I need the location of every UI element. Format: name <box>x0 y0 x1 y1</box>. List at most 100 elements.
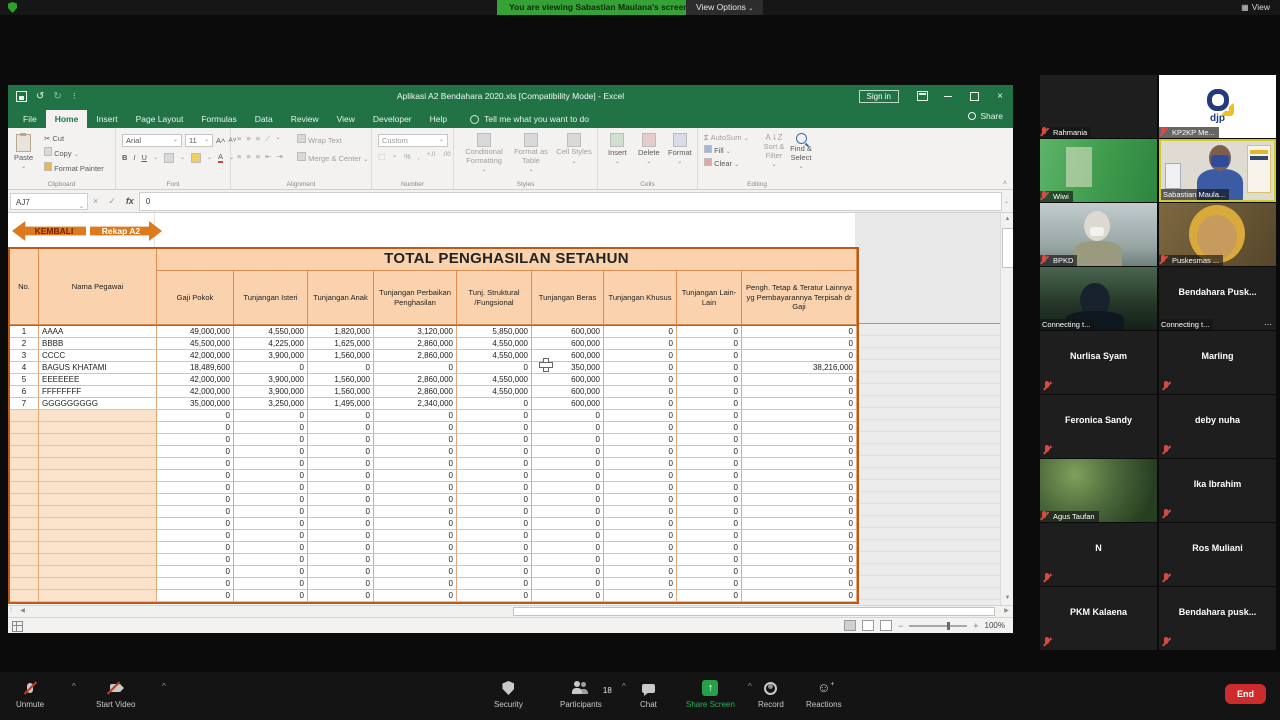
cell[interactable]: 0 <box>374 578 457 590</box>
fill-color-icon[interactable] <box>191 153 201 163</box>
cell[interactable]: CCCC <box>39 350 157 362</box>
page-break-view-icon[interactable] <box>880 620 892 631</box>
scroll-right-icon[interactable]: ▶ <box>1000 606 1013 617</box>
security-button[interactable]: Security <box>494 680 523 709</box>
cell[interactable]: 0 <box>532 578 604 590</box>
participant-tile[interactable]: deby nuha <box>1159 395 1276 458</box>
zoom-in-icon[interactable]: + <box>973 621 978 631</box>
cell[interactable]: 0 <box>457 554 532 566</box>
cell[interactable]: 0 <box>677 470 742 482</box>
participants-button[interactable]: Participants 18 <box>560 680 602 709</box>
cell[interactable]: 0 <box>308 542 374 554</box>
cell[interactable]: 0 <box>308 458 374 470</box>
merge-center-button[interactable]: Merge & Center ⌄ <box>297 152 368 163</box>
cell[interactable]: 0 <box>742 518 857 530</box>
cell[interactable]: 0 <box>308 566 374 578</box>
cell[interactable]: 0 <box>677 542 742 554</box>
cell[interactable]: 0 <box>604 542 677 554</box>
tab-review[interactable]: Review <box>282 110 328 128</box>
align-middle-icon[interactable]: ≡ <box>246 134 250 144</box>
cell[interactable]: 0 <box>234 530 308 542</box>
cell[interactable] <box>10 458 39 470</box>
cell[interactable]: 5,850,000 <box>457 326 532 338</box>
cell[interactable]: 0 <box>157 578 234 590</box>
cell[interactable]: 0 <box>157 542 234 554</box>
cell[interactable]: 7 <box>10 398 39 410</box>
format-painter-button[interactable]: Format Painter <box>44 162 104 173</box>
cell[interactable]: 0 <box>604 590 677 602</box>
number-format-select[interactable]: Custom ⌄ <box>378 134 448 147</box>
cell[interactable]: 0 <box>677 362 742 374</box>
restore-button[interactable] <box>961 85 987 107</box>
cell[interactable]: 4 <box>10 362 39 374</box>
cell[interactable]: 0 <box>374 494 457 506</box>
cell[interactable]: 0 <box>157 590 234 602</box>
participant-tile[interactable]: BPKD <box>1040 203 1157 266</box>
cell[interactable] <box>10 506 39 518</box>
cell[interactable]: 0 <box>374 518 457 530</box>
font-family-select[interactable]: Arial ⌄ <box>122 134 182 147</box>
align-left-icon[interactable]: ≡ <box>237 152 241 161</box>
comma-icon[interactable]: , <box>418 152 420 161</box>
cell[interactable]: 0 <box>457 506 532 518</box>
cell[interactable]: 0 <box>157 554 234 566</box>
participant-tile[interactable]: Bendahara pusk... <box>1159 587 1276 650</box>
participant-tile[interactable]: Puskesmas ... <box>1159 203 1276 266</box>
font-size-select[interactable]: 11 ⌄ <box>185 134 213 147</box>
cell[interactable]: 18,489,600 <box>157 362 234 374</box>
cell[interactable]: BAGUS KHATAMI <box>39 362 157 374</box>
cell[interactable]: 3 <box>10 350 39 362</box>
cell[interactable]: 0 <box>308 578 374 590</box>
cell[interactable]: 0 <box>742 434 857 446</box>
cell[interactable]: 0 <box>742 350 857 362</box>
cell[interactable] <box>39 542 157 554</box>
cell[interactable]: 0 <box>677 374 742 386</box>
cell[interactable]: GGGGGGGGG <box>39 398 157 410</box>
cell[interactable]: 0 <box>742 410 857 422</box>
cell[interactable]: 0 <box>308 506 374 518</box>
cell[interactable]: 0 <box>532 554 604 566</box>
cell[interactable]: 4,550,000 <box>234 326 308 338</box>
cell[interactable]: 2,860,000 <box>374 350 457 362</box>
cell[interactable]: 0 <box>742 326 857 338</box>
participant-tile[interactable]: Marling <box>1159 331 1276 394</box>
underline-button[interactable]: U <box>142 153 147 162</box>
participant-tile[interactable]: Ika Ibrahim <box>1159 459 1276 522</box>
cell[interactable]: 0 <box>532 530 604 542</box>
cell[interactable]: 0 <box>677 422 742 434</box>
cell[interactable]: 0 <box>742 482 857 494</box>
participant-tile[interactable]: PKM Kalaena <box>1040 587 1157 650</box>
cell[interactable]: 0 <box>532 434 604 446</box>
cell[interactable]: 0 <box>374 446 457 458</box>
cell[interactable] <box>39 482 157 494</box>
cell[interactable] <box>39 530 157 542</box>
cell[interactable]: 0 <box>604 422 677 434</box>
cell[interactable]: 0 <box>374 554 457 566</box>
cell[interactable]: 0 <box>157 506 234 518</box>
cell[interactable]: 1,625,000 <box>308 338 374 350</box>
formula-cancel-icon[interactable]: × <box>93 196 98 206</box>
cell[interactable] <box>10 482 39 494</box>
cell[interactable]: 2,340,000 <box>374 398 457 410</box>
cell[interactable] <box>39 458 157 470</box>
scroll-down-icon[interactable]: ▼ <box>1001 592 1013 605</box>
record-button[interactable]: Record <box>758 680 784 709</box>
grow-font-button[interactable]: A˄ <box>216 136 225 145</box>
share-screen-button[interactable]: ↑ Share Screen <box>686 680 735 709</box>
cell[interactable]: 0 <box>308 554 374 566</box>
cell[interactable]: 1,820,000 <box>308 326 374 338</box>
end-meeting-button[interactable]: End <box>1225 684 1266 704</box>
cell[interactable]: 0 <box>157 434 234 446</box>
cell[interactable]: 0 <box>157 530 234 542</box>
normal-view-icon[interactable] <box>844 620 856 631</box>
cell[interactable] <box>10 470 39 482</box>
cell[interactable]: 3,120,000 <box>374 326 457 338</box>
cell[interactable]: 42,000,000 <box>157 386 234 398</box>
header-cell[interactable]: Tunjangan Perbaikan Penghasilan <box>374 271 457 325</box>
share-options-caret-icon[interactable]: ^ <box>748 682 752 691</box>
cell[interactable]: 0 <box>157 494 234 506</box>
cell[interactable]: 0 <box>234 458 308 470</box>
zoom-slider[interactable] <box>909 625 967 627</box>
cell[interactable]: 0 <box>677 350 742 362</box>
cell[interactable]: 0 <box>157 458 234 470</box>
